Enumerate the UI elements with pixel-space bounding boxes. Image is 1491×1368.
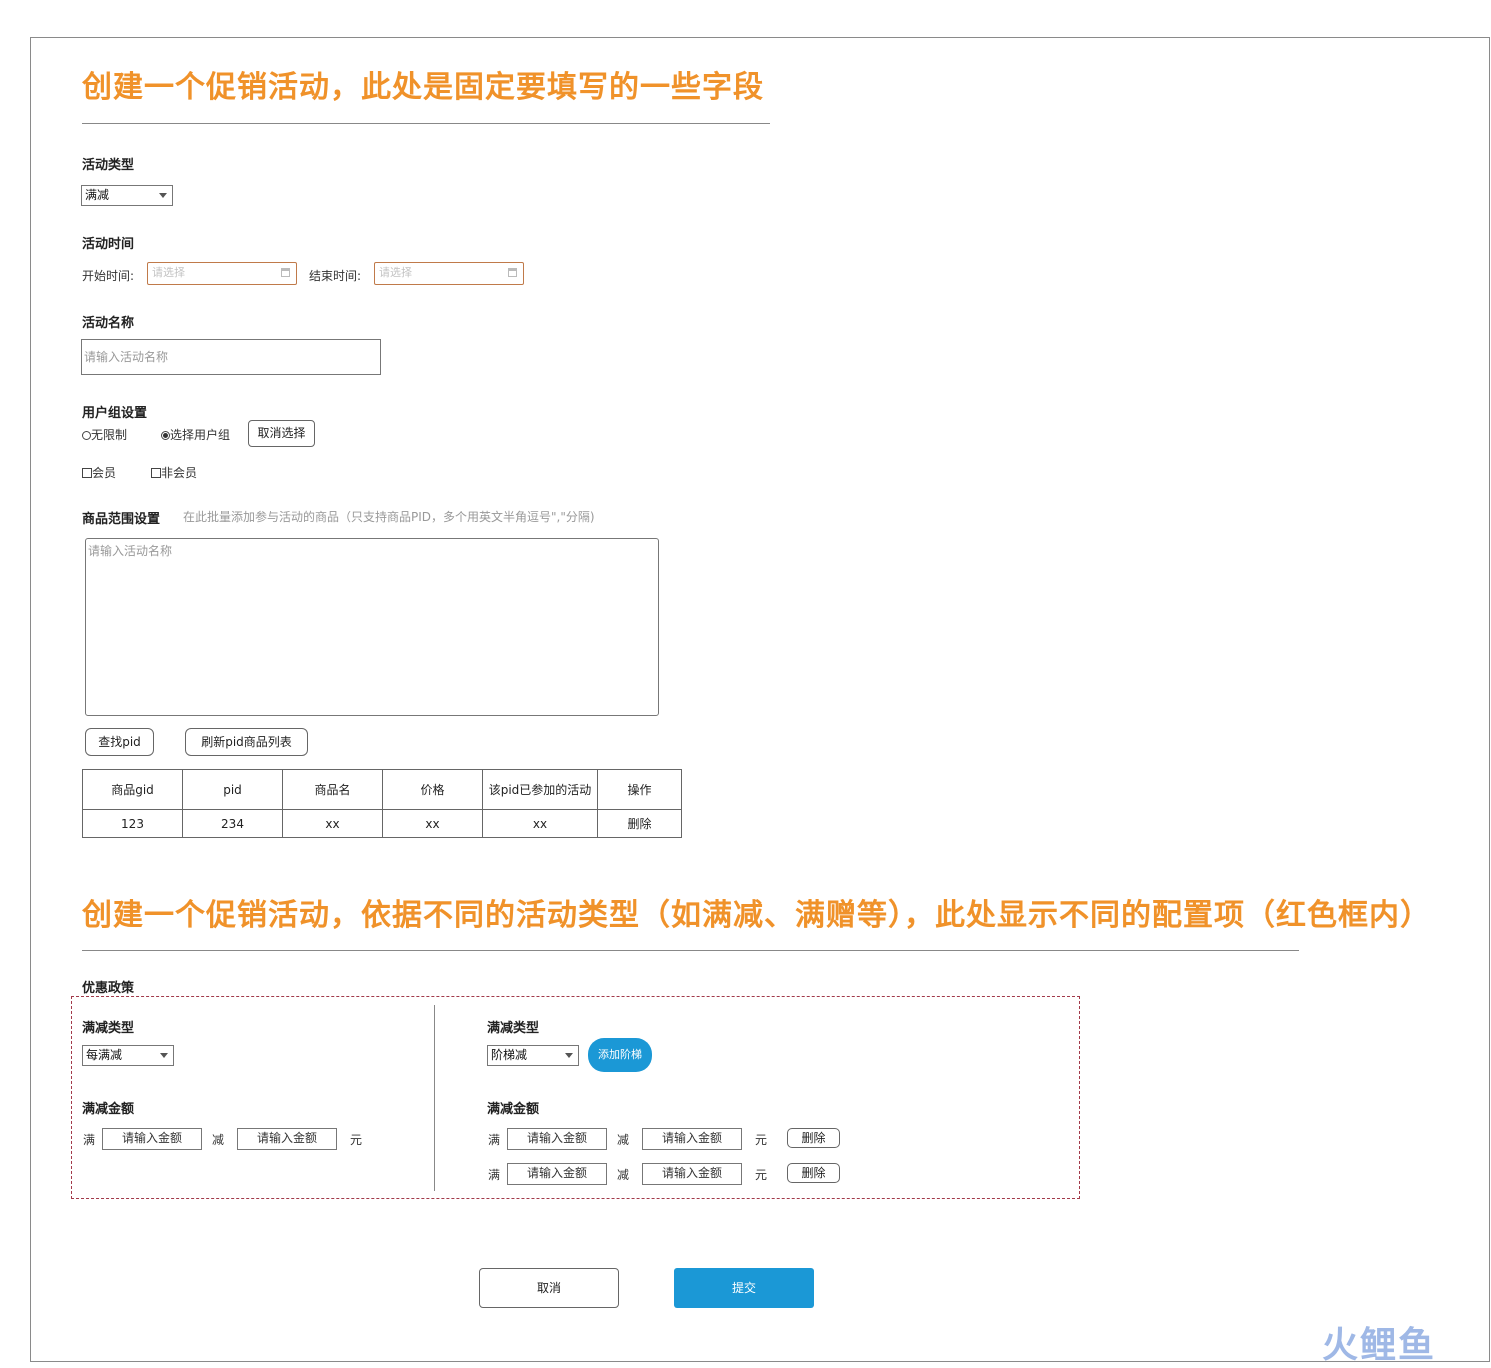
start-time-picker[interactable]: 请选择 bbox=[147, 262, 297, 285]
radio-unlimited-label: 无限制 bbox=[91, 428, 128, 442]
right-type-select[interactable]: 阶梯减 bbox=[487, 1045, 579, 1066]
radio-checked-icon bbox=[161, 431, 170, 440]
chevron-down-icon bbox=[159, 193, 167, 198]
cancel-button[interactable]: 取消 bbox=[479, 1268, 619, 1308]
checkbox-member[interactable]: 会员 bbox=[82, 464, 116, 481]
left-type-value: 每满减 bbox=[86, 1048, 123, 1062]
table-header-cell: 价格 bbox=[382, 769, 483, 810]
checkbox-non-member[interactable]: 非会员 bbox=[151, 464, 197, 481]
table-header-cell: pid bbox=[182, 769, 283, 810]
tier1-discount-input[interactable]: 请输入金额 bbox=[642, 1128, 742, 1150]
chevron-down-icon bbox=[565, 1053, 573, 1058]
tier2-threshold-input[interactable]: 请输入金额 bbox=[507, 1163, 607, 1185]
goods-scope-label: 商品范围设置 bbox=[82, 512, 161, 527]
table-cell: xx bbox=[482, 809, 598, 838]
left-type-select[interactable]: 每满减 bbox=[82, 1045, 174, 1066]
table-cell: xx bbox=[382, 809, 483, 838]
table-header-row: 商品gid pid 商品名 价格 该pid已参加的活动 操作 bbox=[82, 769, 682, 810]
radio-select-group[interactable]: 选择用户组 bbox=[161, 426, 230, 443]
checkbox-icon bbox=[151, 468, 161, 478]
activity-name-label: 活动名称 bbox=[82, 316, 135, 331]
left-type-label: 满减类型 bbox=[82, 1021, 135, 1036]
activity-type-label: 活动类型 bbox=[82, 158, 135, 173]
submit-button[interactable]: 提交 bbox=[674, 1268, 814, 1308]
tier1-yuan-label: 元 bbox=[755, 1133, 768, 1147]
radio-select-label: 选择用户组 bbox=[170, 428, 231, 442]
tier2-jian-label: 减 bbox=[617, 1168, 630, 1182]
end-time-picker[interactable]: 请选择 bbox=[374, 262, 524, 285]
section1-heading: 创建一个促销活动，此处是固定要填写的一些字段 bbox=[82, 70, 764, 105]
watermark-logo: 火鲤鱼 bbox=[1322, 1325, 1437, 1366]
tier1-man-label: 满 bbox=[488, 1133, 501, 1147]
radio-icon bbox=[82, 431, 91, 440]
goods-pid-placeholder: 请输入活动名称 bbox=[88, 544, 173, 558]
calendar-icon bbox=[508, 268, 517, 277]
end-time-placeholder: 请选择 bbox=[379, 266, 412, 279]
table-header-cell: 操作 bbox=[597, 769, 682, 810]
right-amount-label: 满减金额 bbox=[487, 1102, 540, 1117]
left-amount-threshold-input[interactable]: 请输入金额 bbox=[102, 1128, 202, 1150]
left-amount-discount-input[interactable]: 请输入金额 bbox=[237, 1128, 337, 1150]
section2-divider bbox=[82, 950, 1299, 951]
table-row: 123 234 xx xx xx 删除 bbox=[82, 809, 682, 838]
table-cell: 234 bbox=[182, 809, 283, 838]
chevron-down-icon bbox=[160, 1053, 168, 1058]
left-amount-label: 满减金额 bbox=[82, 1102, 135, 1117]
activity-type-value: 满减 bbox=[85, 188, 110, 202]
table-header-cell: 商品名 bbox=[282, 769, 383, 810]
checkbox-member-label: 会员 bbox=[92, 466, 117, 480]
tier1-jian-label: 减 bbox=[617, 1133, 630, 1147]
activity-type-select[interactable]: 满减 bbox=[81, 185, 173, 206]
table-cell: xx bbox=[282, 809, 383, 838]
right-type-label: 满减类型 bbox=[487, 1021, 540, 1036]
activity-name-input[interactable]: 请输入活动名称 bbox=[81, 339, 381, 375]
table-cell: 123 bbox=[82, 809, 183, 838]
end-time-label: 结束时间: bbox=[309, 269, 362, 283]
goods-scope-hint: 在此批量添加参与活动的商品（只支持商品PID，多个用英文半角逗号","分隔) bbox=[183, 510, 595, 524]
left-jian-label: 减 bbox=[212, 1133, 225, 1147]
tier1-threshold-input[interactable]: 请输入金额 bbox=[507, 1128, 607, 1150]
tier2-delete-button[interactable]: 删除 bbox=[787, 1163, 840, 1183]
radio-unlimited[interactable]: 无限制 bbox=[82, 426, 127, 443]
left-yuan-label: 元 bbox=[350, 1133, 363, 1147]
checkbox-icon bbox=[82, 468, 92, 478]
tier2-man-label: 满 bbox=[488, 1168, 501, 1182]
left-man-label: 满 bbox=[83, 1133, 96, 1147]
cancel-select-button[interactable]: 取消选择 bbox=[248, 420, 315, 447]
calendar-icon bbox=[281, 268, 290, 277]
add-tier-button[interactable]: 添加阶梯 bbox=[588, 1038, 652, 1072]
goods-pid-textarea[interactable]: 请输入活动名称 bbox=[85, 538, 659, 716]
find-pid-button[interactable]: 查找pid bbox=[85, 728, 154, 756]
config-divider bbox=[434, 1005, 435, 1191]
right-type-value: 阶梯减 bbox=[491, 1048, 528, 1062]
section2-heading: 创建一个促销活动，依据不同的活动类型（如满减、满赠等），此处显示不同的配置项（红… bbox=[82, 898, 1431, 933]
goods-table: 商品gid pid 商品名 价格 该pid已参加的活动 操作 123 234 x… bbox=[82, 769, 682, 838]
table-header-cell: 商品gid bbox=[82, 769, 183, 810]
tier2-yuan-label: 元 bbox=[755, 1168, 768, 1182]
section1-divider bbox=[82, 123, 770, 124]
checkbox-non-member-label: 非会员 bbox=[161, 466, 198, 480]
activity-time-label: 活动时间 bbox=[82, 237, 135, 252]
activity-name-placeholder: 请输入活动名称 bbox=[84, 350, 169, 364]
tier1-delete-button[interactable]: 删除 bbox=[787, 1128, 840, 1148]
discount-policy-label: 优惠政策 bbox=[82, 981, 135, 996]
tier2-discount-input[interactable]: 请输入金额 bbox=[642, 1163, 742, 1185]
refresh-pid-list-button[interactable]: 刷新pid商品列表 bbox=[185, 728, 308, 756]
start-time-label: 开始时间: bbox=[82, 269, 135, 283]
table-header-cell: 该pid已参加的活动 bbox=[482, 769, 598, 810]
user-group-label: 用户组设置 bbox=[82, 406, 148, 421]
delete-row-link[interactable]: 删除 bbox=[597, 809, 682, 838]
start-time-placeholder: 请选择 bbox=[152, 266, 185, 279]
